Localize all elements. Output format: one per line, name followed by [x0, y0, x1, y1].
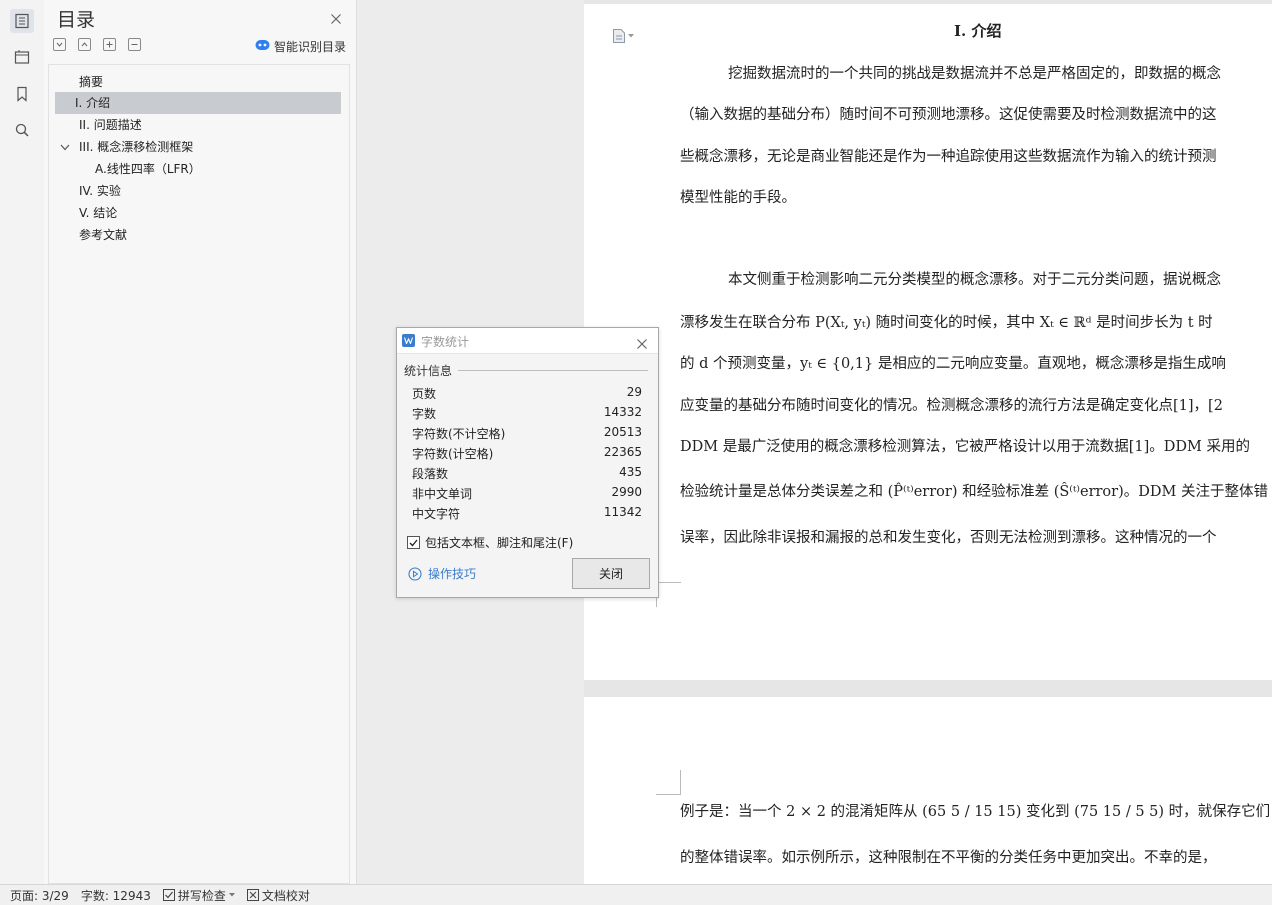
close-button[interactable]: 关闭: [572, 558, 650, 589]
status-page[interactable]: 页面: 3/29: [0, 887, 75, 904]
dialog-title: 字数统计: [421, 335, 470, 349]
stat-row-non-chinese: 非中文单词 2990: [412, 485, 642, 502]
stat-row-paragraphs: 段落数 435: [412, 465, 642, 482]
smart-toc-label: 智能识别目录: [274, 40, 347, 54]
stat-row-words: 字数 14332: [412, 405, 642, 422]
stat-value: 11342: [603, 505, 642, 519]
add-icon[interactable]: [103, 38, 116, 51]
ai-robot-icon: [255, 39, 270, 54]
stat-label: 页数: [412, 387, 437, 401]
stat-row-chinese: 中文字符 11342: [412, 505, 642, 522]
paragraph-line: 本文侧重于检测影响二元分类模型的概念漂移。对于二元分类问题，据说概念: [728, 272, 1221, 288]
stat-value: 435: [619, 465, 642, 479]
paragraph-line: 模型性能的手段。: [680, 190, 796, 206]
toc-item-experiments[interactable]: IV. 实验: [55, 180, 341, 202]
include-textbox-checkbox[interactable]: 包括文本框、脚注和尾注(F): [407, 534, 573, 551]
collapse-all-icon[interactable]: [53, 38, 66, 51]
stat-value: 22365: [603, 445, 642, 459]
stat-label: 字数: [412, 407, 437, 421]
expand-up-icon[interactable]: [78, 38, 91, 51]
crop-mark: [656, 582, 681, 607]
toc-item-framework-label: III. 概念漂移检测框架: [79, 140, 194, 154]
checkbox-label: 包括文本框、脚注和尾注(F): [425, 536, 574, 550]
icon-rail: [0, 0, 45, 884]
nav-pane-icon[interactable]: [10, 45, 34, 69]
stat-label: 非中文单词: [412, 487, 473, 501]
toc-list: 摘要 I. 介绍 II. 问题描述 III. 概念漂移检测框架 A.线性四率（L…: [48, 64, 350, 884]
word-count-dialog: 字数统计 统计信息 页数 29 字数 14332 字符数(不计空格) 20513 字符…: [396, 327, 659, 598]
smart-toc-button[interactable]: 智能识别目录: [255, 38, 346, 55]
toc-toolbar: [53, 38, 141, 51]
doc-menu-icon[interactable]: [612, 28, 634, 44]
stat-label: 字符数(不计空格): [412, 427, 506, 441]
stat-value: 2990: [611, 485, 642, 499]
toc-item-framework[interactable]: III. 概念漂移检测框架: [55, 136, 341, 158]
section-heading: I. 介绍: [954, 22, 1002, 40]
remove-icon[interactable]: [128, 38, 141, 51]
stat-value: 20513: [603, 425, 642, 439]
play-circle-icon: [408, 566, 422, 581]
chevron-down-icon: [228, 893, 235, 897]
paragraph-line: （输入数据的基础分布）随时间不可预测地漂移。这促使需要及时检测数据流中的这: [680, 107, 1217, 123]
paragraph-line: 挖掘数据流时的一个共同的挑战是数据流并不总是严格固定的，即数据的概念: [728, 66, 1221, 82]
paragraph-line: 漂移发生在联合分布 P(Xₜ, yₜ) 随时间变化的时候，其中 Xₜ ∈ ℝᵈ …: [680, 315, 1213, 331]
group-divider: [458, 370, 648, 371]
paragraph-line: 检验统计量是总体分类误差之和 (P̂⁽ᵗ⁾error) 和经验标准差 (Ŝ⁽ᵗ⁾…: [680, 484, 1268, 500]
proofread-icon: [246, 889, 259, 901]
proofread-button[interactable]: 文档校对: [241, 887, 316, 904]
toc-item-conclusion[interactable]: V. 结论: [55, 202, 341, 224]
paragraph-line: DDM 是最广泛使用的概念漂移检测算法，它被严格设计以用于流数据[1]。DDM …: [680, 439, 1250, 455]
status-bar: 页面: 3/29 字数: 12943 拼写检查 文档校对: [0, 884, 1272, 905]
toc-item-introduction[interactable]: I. 介绍: [55, 92, 341, 114]
document-page-1: I. 介绍 挖掘数据流时的一个共同的挑战是数据流并不总是严格固定的，即数据的概念…: [584, 4, 1272, 680]
stat-value: 29: [626, 385, 642, 399]
bookmark-icon[interactable]: [10, 82, 34, 106]
tips-link[interactable]: 操作技巧: [408, 565, 476, 582]
close-icon[interactable]: [330, 10, 342, 24]
toc-icon[interactable]: [10, 9, 34, 33]
spell-check-button[interactable]: 拼写检查: [157, 887, 241, 904]
crop-mark: [656, 770, 681, 795]
close-icon[interactable]: [636, 335, 648, 349]
chevron-down-icon[interactable]: [60, 144, 70, 151]
proofread-label: 文档校对: [261, 888, 310, 903]
paragraph-line: 的整体错误率。如示例所示，这种限制在不平衡的分类任务中更加突出。不幸的是，: [680, 850, 1217, 866]
toc-item-lfr[interactable]: A.线性四率（LFR）: [55, 158, 341, 180]
search-icon[interactable]: [10, 118, 34, 142]
checkbox-icon[interactable]: [407, 536, 420, 549]
dialog-header: 字数统计: [397, 328, 658, 354]
paragraph-line: 误率，因此除非误报和漏报的总和发生变化，否则无法检测到漂移。这种情况的一个: [680, 530, 1217, 546]
stat-label: 段落数: [412, 467, 449, 481]
paragraph-line: 的 d 个预测变量，yₜ ∈ {0,1} 是相应的二元响应变量。直观地，概念漂移…: [680, 356, 1226, 372]
stat-value: 14332: [603, 405, 642, 419]
toc-title: 目录: [57, 9, 96, 31]
paragraph-line: 些概念漂移，无论是商业智能还是作为一种追踪使用这些数据流作为输入的统计预测: [680, 149, 1217, 165]
toc-item-abstract[interactable]: 摘要: [55, 71, 341, 93]
toc-item-references[interactable]: 参考文献: [55, 224, 341, 246]
stat-row-pages: 页数 29: [412, 385, 642, 402]
stat-row-chars-nospace: 字符数(不计空格) 20513: [412, 425, 642, 442]
toc-item-problem[interactable]: II. 问题描述: [55, 114, 341, 136]
stats-group-label: 统计信息: [404, 364, 453, 378]
wps-logo-icon: [402, 334, 415, 347]
document-page-2: 例子是：当一个 2 × 2 的混淆矩阵从 (65 5 / 15 15) 变化到 …: [584, 697, 1272, 884]
paragraph-line: 例子是：当一个 2 × 2 的混淆矩阵从 (65 5 / 15 15) 变化到 …: [680, 804, 1271, 820]
stat-row-chars-space: 字符数(计空格) 22365: [412, 445, 642, 462]
paragraph-line: 应变量的基础分布随时间变化的情况。检测概念漂移的流行方法是确定变化点[1]，[2: [680, 398, 1223, 414]
spell-check-icon: [162, 889, 175, 901]
status-words[interactable]: 字数: 12943: [75, 887, 157, 904]
stat-label: 字符数(计空格): [412, 447, 494, 461]
toc-panel: 目录 智能识别目录 摘要 I. 介绍 II. 问题描述 III. 概念漂移检测框…: [44, 0, 357, 884]
stat-label: 中文字符: [412, 507, 461, 521]
spell-check-label: 拼写检查: [177, 888, 226, 903]
tips-label: 操作技巧: [428, 567, 477, 581]
